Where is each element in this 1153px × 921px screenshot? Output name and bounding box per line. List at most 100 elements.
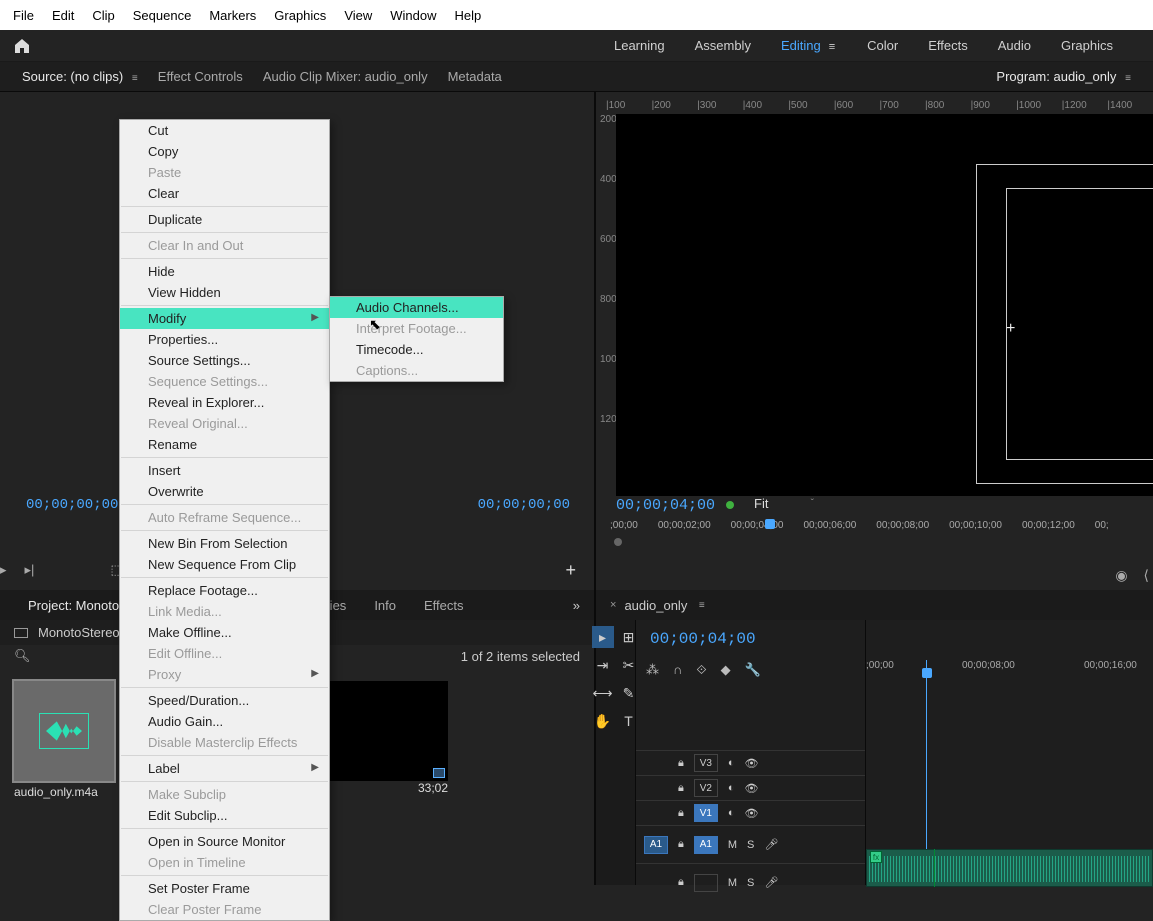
menu-item-properties[interactable]: Properties...: [120, 329, 329, 350]
home-icon[interactable]: [8, 32, 36, 60]
program-time-ruler[interactable]: ;00;0000;00;02;0000;00;04;0000;00;06;000…: [610, 520, 1153, 531]
hand-tool-icon[interactable]: ✋: [592, 710, 614, 732]
mark-out-icon[interactable]: ▸|: [25, 562, 35, 578]
panel-menu-icon[interactable]: ≡: [129, 73, 138, 84]
tab-source[interactable]: Source: (no clips) ≡: [12, 63, 148, 90]
menu-edit[interactable]: Edit: [43, 2, 83, 29]
lock-icon[interactable]: 🔒︎: [678, 876, 684, 889]
eye-icon[interactable]: 👁: [745, 807, 759, 820]
menu-item-hide[interactable]: Hide: [120, 261, 329, 282]
zoom-select[interactable]: Fitˇ: [754, 496, 814, 511]
menu-item-view-hidden[interactable]: View Hidden: [120, 282, 329, 303]
menu-markers[interactable]: Markers: [200, 2, 265, 29]
audio-clip[interactable]: [866, 849, 1153, 887]
tab-metadata[interactable]: Metadata: [438, 63, 512, 90]
ripple-tool-icon[interactable]: ⇥: [592, 654, 614, 676]
menu-item-insert[interactable]: Insert: [120, 460, 329, 481]
menu-item-replace-footage[interactable]: Replace Footage...: [120, 580, 329, 601]
menu-item-make-offline[interactable]: Make Offline...: [120, 622, 329, 643]
menu-item-open-in-source-monitor[interactable]: Open in Source Monitor: [120, 831, 329, 852]
menu-item-source-settings[interactable]: Source Settings...: [120, 350, 329, 371]
lock-icon[interactable]: 🔒︎: [678, 838, 684, 851]
menu-graphics[interactable]: Graphics: [265, 2, 335, 29]
workspace-effects[interactable]: Effects: [926, 32, 970, 59]
sequence-name[interactable]: audio_only: [624, 598, 687, 613]
menu-item-modify[interactable]: Modify▶: [120, 308, 329, 329]
tab-program[interactable]: Program: audio_only ≡: [986, 63, 1141, 90]
workspace-color[interactable]: Color: [865, 32, 900, 59]
selection-tool-icon[interactable]: ▸: [592, 626, 614, 648]
search-icon[interactable]: 🔍︎: [14, 648, 31, 664]
solo-button[interactable]: S: [747, 839, 754, 851]
overflow-icon[interactable]: »: [573, 598, 580, 613]
tab-info[interactable]: Info: [360, 592, 410, 619]
sequence-thumbnail[interactable]: [328, 681, 448, 781]
track-header-v3[interactable]: 🔒︎V3◐👁: [636, 750, 865, 775]
marker-icon[interactable]: ◆: [721, 662, 731, 678]
workspace-graphics[interactable]: Graphics: [1059, 32, 1115, 59]
menu-item-rename[interactable]: Rename: [120, 434, 329, 455]
menu-item-label[interactable]: Label▶: [120, 758, 329, 779]
menu-item-audio-channels[interactable]: Audio Channels...: [330, 297, 503, 318]
lock-icon[interactable]: 🔒︎: [678, 807, 684, 820]
menu-item-edit-subclip[interactable]: Edit Subclip...: [120, 805, 329, 826]
program-view[interactable]: +: [616, 114, 1153, 496]
source-in-timecode[interactable]: 00;00;00;00: [26, 497, 118, 513]
source-out-timecode[interactable]: 00;00;00;00: [478, 497, 570, 513]
menu-item-clear[interactable]: Clear: [120, 183, 329, 204]
panel-menu-icon[interactable]: ≡: [1122, 73, 1131, 84]
workspace-editing[interactable]: Editing≡: [779, 32, 839, 59]
timeline-timecode[interactable]: 00;00;04;00: [636, 620, 865, 658]
workspace-menu-icon[interactable]: ≡: [827, 35, 837, 59]
track-label[interactable]: A1: [694, 836, 718, 854]
menu-item-set-poster-frame[interactable]: Set Poster Frame: [120, 878, 329, 899]
lock-icon[interactable]: 🔒︎: [678, 782, 684, 795]
menu-window[interactable]: Window: [381, 2, 445, 29]
voiceover-icon[interactable]: 🎤︎: [764, 876, 778, 889]
slip-tool-icon[interactable]: ⟷: [592, 682, 614, 704]
snap-icon[interactable]: ∩: [673, 662, 682, 678]
menu-item-new-bin-from-selection[interactable]: New Bin From Selection: [120, 533, 329, 554]
toggle-output-icon[interactable]: ◐: [728, 757, 735, 769]
track-label[interactable]: [694, 874, 718, 892]
track-label[interactable]: V2: [694, 779, 718, 797]
linked-selection-icon[interactable]: ⟐: [696, 662, 706, 678]
program-timecode[interactable]: 00;00;04;00: [616, 497, 715, 514]
menu-item-reveal-in-explorer[interactable]: Reveal in Explorer...: [120, 392, 329, 413]
mute-button[interactable]: M: [728, 877, 737, 889]
close-icon[interactable]: ×: [610, 599, 616, 611]
clip-thumbnail[interactable]: [14, 681, 114, 781]
source-patch[interactable]: A1: [644, 836, 668, 854]
menu-view[interactable]: View: [335, 2, 381, 29]
menu-item-copy[interactable]: Copy: [120, 141, 329, 162]
settings-icon[interactable]: 🔧: [745, 662, 761, 678]
menu-sequence[interactable]: Sequence: [124, 2, 201, 29]
scrollbar-handle[interactable]: [614, 538, 622, 546]
comparison-icon[interactable]: ◉: [1115, 567, 1127, 584]
toggle-output-icon[interactable]: ◐: [728, 782, 735, 794]
menu-item-overwrite[interactable]: Overwrite: [120, 481, 329, 502]
menu-item-timecode[interactable]: Timecode...: [330, 339, 503, 360]
menu-clip[interactable]: Clip: [83, 2, 123, 29]
panel-menu-icon[interactable]: ≡: [693, 600, 704, 611]
track-header-v1[interactable]: 🔒︎V1◐👁: [636, 800, 865, 825]
mute-button[interactable]: M: [728, 839, 737, 851]
clip-fx-badge-icon[interactable]: fx: [870, 851, 882, 863]
nest-icon[interactable]: ⁂: [646, 662, 659, 678]
menu-help[interactable]: Help: [446, 2, 491, 29]
menu-file[interactable]: File: [4, 2, 43, 29]
workspace-audio[interactable]: Audio: [996, 32, 1033, 59]
project-item-sequence[interactable]: 33;02: [328, 681, 448, 799]
menu-item-new-sequence-from-clip[interactable]: New Sequence From Clip: [120, 554, 329, 575]
track-header-v2[interactable]: 🔒︎V2◐👁: [636, 775, 865, 800]
voiceover-icon[interactable]: 🎤︎: [764, 838, 778, 851]
timeline-tracks-area[interactable]: ;00;0000;00;08;0000;00;16;00 fx: [866, 620, 1153, 885]
menu-item-duplicate[interactable]: Duplicate: [120, 209, 329, 230]
menu-item-speed-duration[interactable]: Speed/Duration...: [120, 690, 329, 711]
menu-item-audio-gain[interactable]: Audio Gain...: [120, 711, 329, 732]
menu-item-cut[interactable]: Cut: [120, 120, 329, 141]
track-header-a2[interactable]: 🔒︎MS🎤︎: [636, 863, 865, 901]
workspace-learning[interactable]: Learning: [612, 32, 667, 59]
toggle-output-icon[interactable]: ◐: [728, 807, 735, 819]
tab-audio-clip-mixer[interactable]: Audio Clip Mixer: audio_only: [253, 63, 438, 90]
